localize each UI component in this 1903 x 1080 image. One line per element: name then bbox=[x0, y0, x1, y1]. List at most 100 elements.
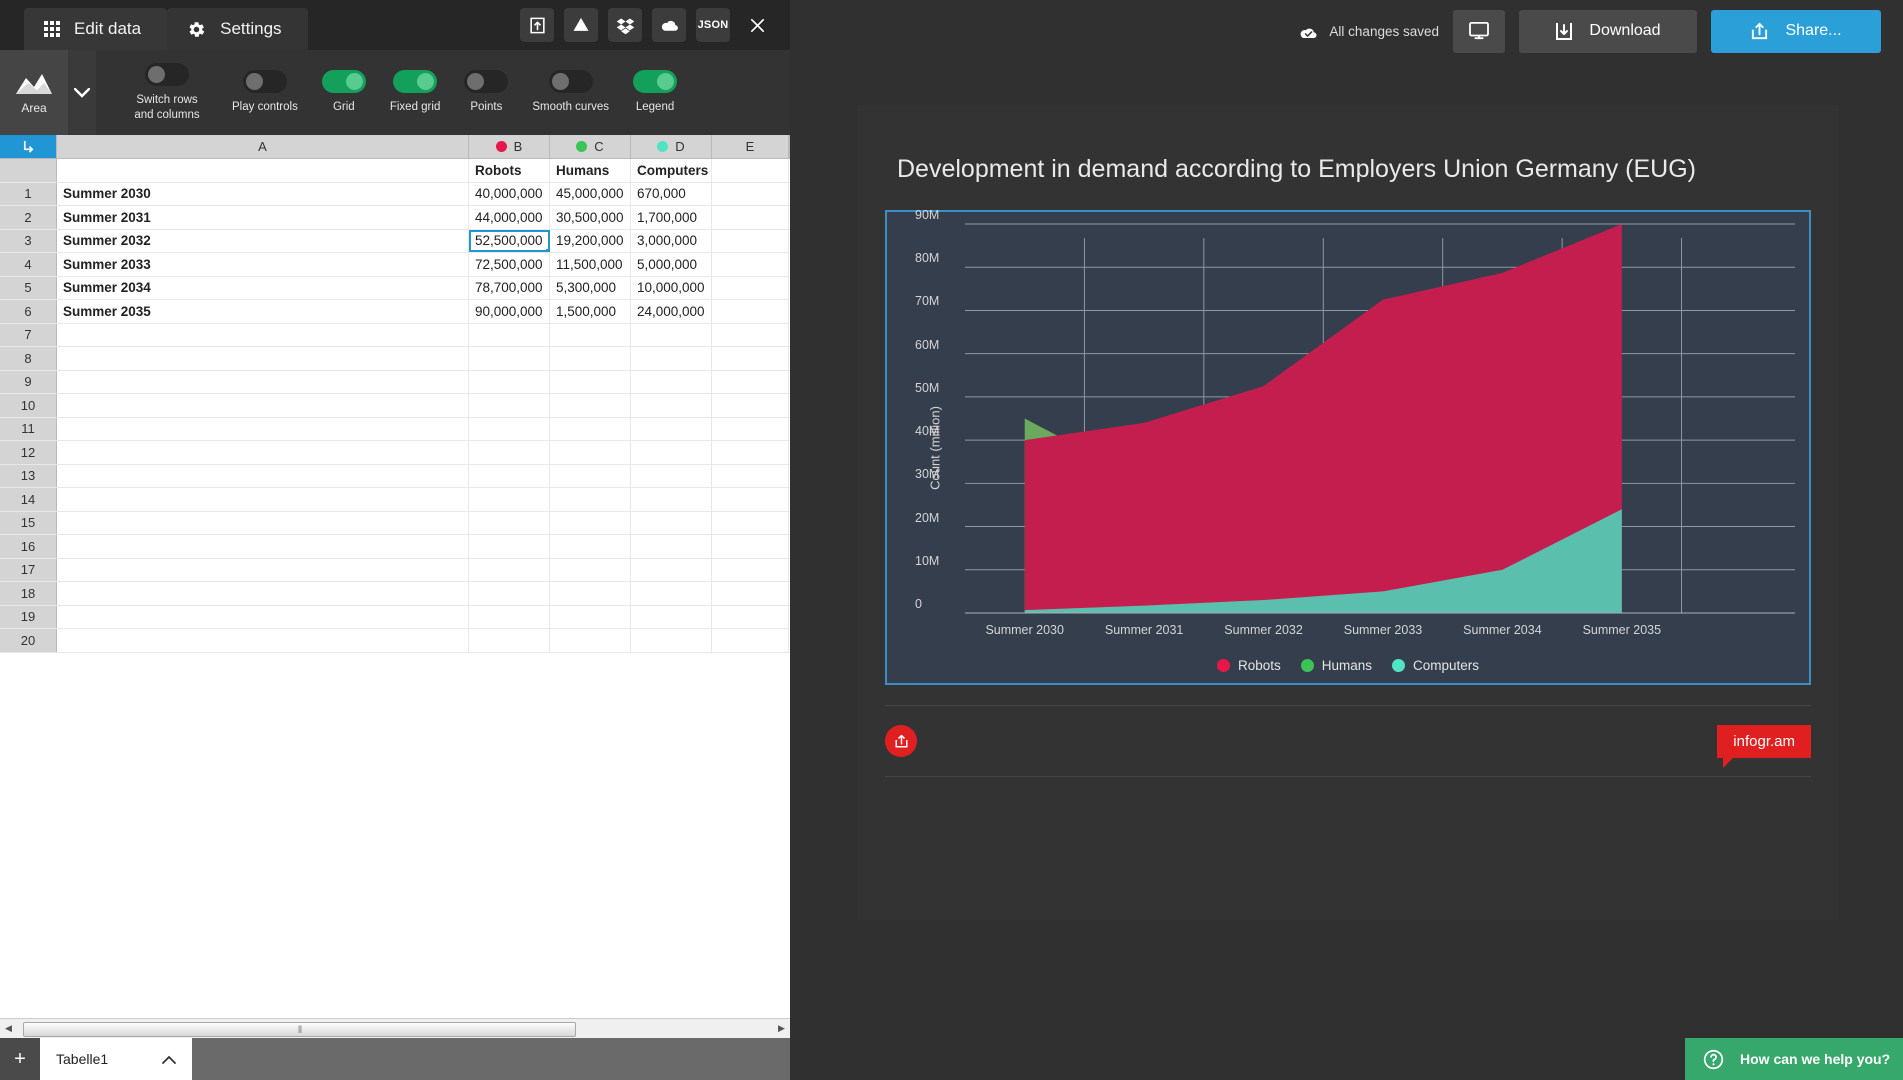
series-name-cell[interactable] bbox=[712, 159, 789, 182]
switch-rows-and-columns-switch[interactable] bbox=[145, 63, 189, 86]
table-cell[interactable] bbox=[631, 371, 712, 394]
table-cell[interactable] bbox=[712, 465, 789, 488]
table-cell[interactable] bbox=[712, 606, 789, 629]
infogram-watermark[interactable]: infogr.am bbox=[1717, 725, 1811, 758]
row-number[interactable]: 19 bbox=[0, 606, 57, 629]
onedrive-icon[interactable] bbox=[652, 8, 686, 42]
table-cell[interactable]: 24,000,000 bbox=[631, 300, 712, 323]
table-cell[interactable] bbox=[712, 324, 789, 347]
table-cell[interactable]: Summer 2034 bbox=[57, 277, 469, 300]
table-cell[interactable]: Summer 2035 bbox=[57, 300, 469, 323]
table-cell[interactable] bbox=[631, 559, 712, 582]
series-name-cell[interactable] bbox=[57, 159, 469, 182]
table-cell[interactable] bbox=[57, 394, 469, 417]
row-number[interactable]: 15 bbox=[0, 512, 57, 535]
table-cell[interactable]: Summer 2030 bbox=[57, 183, 469, 206]
table-cell[interactable] bbox=[712, 441, 789, 464]
table-cell[interactable]: 45,000,000 bbox=[550, 183, 631, 206]
horizontal-scrollbar[interactable]: ◀ ▶ bbox=[0, 1018, 790, 1038]
row-number[interactable] bbox=[0, 159, 57, 182]
row-number[interactable]: 8 bbox=[0, 347, 57, 370]
close-icon[interactable] bbox=[740, 8, 774, 42]
row-number[interactable]: 16 bbox=[0, 535, 57, 558]
series-name-cell[interactable]: Computers bbox=[631, 159, 712, 182]
grid-switch[interactable] bbox=[322, 70, 366, 93]
table-cell[interactable] bbox=[631, 629, 712, 652]
toggle-grid[interactable]: Grid bbox=[322, 70, 366, 114]
sheet-tab-tabelle1[interactable]: Tabelle1 bbox=[40, 1038, 192, 1080]
table-cell[interactable] bbox=[631, 606, 712, 629]
toggle-switch-rows-and-columns[interactable]: Switch rows and columns bbox=[126, 63, 208, 121]
table-cell[interactable] bbox=[57, 418, 469, 441]
table-cell[interactable] bbox=[712, 582, 789, 605]
table-cell[interactable]: 30,500,000 bbox=[550, 206, 631, 229]
table-cell[interactable] bbox=[57, 465, 469, 488]
table-cell[interactable] bbox=[712, 206, 789, 229]
table-cell[interactable] bbox=[57, 582, 469, 605]
column-header-a[interactable]: A bbox=[57, 135, 469, 158]
upload-icon[interactable] bbox=[520, 8, 554, 42]
table-cell[interactable] bbox=[712, 535, 789, 558]
table-cell[interactable]: 5,000,000 bbox=[631, 253, 712, 276]
table-cell[interactable]: Summer 2032 bbox=[57, 230, 469, 253]
table-cell[interactable] bbox=[469, 371, 550, 394]
table-cell[interactable] bbox=[631, 394, 712, 417]
table-cell[interactable] bbox=[57, 535, 469, 558]
table-cell[interactable]: 10,000,000 bbox=[631, 277, 712, 300]
table-cell[interactable] bbox=[631, 324, 712, 347]
table-cell[interactable] bbox=[469, 465, 550, 488]
table-cell[interactable] bbox=[550, 559, 631, 582]
legend-switch[interactable] bbox=[633, 70, 677, 93]
table-cell[interactable] bbox=[57, 488, 469, 511]
table-cell[interactable]: 78,700,000 bbox=[469, 277, 550, 300]
column-header-b[interactable]: B bbox=[469, 135, 550, 158]
table-cell[interactable] bbox=[712, 559, 789, 582]
row-number[interactable]: 5 bbox=[0, 277, 57, 300]
select-all-corner[interactable] bbox=[0, 135, 57, 158]
fixed-grid-switch[interactable] bbox=[393, 70, 437, 93]
table-cell[interactable] bbox=[631, 418, 712, 441]
table-cell[interactable] bbox=[469, 629, 550, 652]
help-widget[interactable]: How can we help you? bbox=[1685, 1038, 1903, 1080]
table-cell[interactable] bbox=[712, 183, 789, 206]
table-cell[interactable] bbox=[550, 606, 631, 629]
table-cell[interactable] bbox=[469, 535, 550, 558]
chart-type-selector[interactable]: Area bbox=[0, 50, 68, 135]
table-cell[interactable] bbox=[57, 324, 469, 347]
row-number[interactable]: 6 bbox=[0, 300, 57, 323]
table-cell[interactable] bbox=[631, 441, 712, 464]
table-cell[interactable] bbox=[712, 418, 789, 441]
legend-item[interactable]: Computers bbox=[1392, 658, 1479, 673]
table-cell[interactable] bbox=[469, 559, 550, 582]
row-number[interactable]: 1 bbox=[0, 183, 57, 206]
table-cell[interactable]: 1,500,000 bbox=[550, 300, 631, 323]
row-number[interactable]: 7 bbox=[0, 324, 57, 347]
row-number[interactable]: 10 bbox=[0, 394, 57, 417]
table-cell[interactable] bbox=[469, 512, 550, 535]
row-number[interactable]: 4 bbox=[0, 253, 57, 276]
table-cell[interactable] bbox=[631, 488, 712, 511]
table-cell[interactable] bbox=[57, 441, 469, 464]
row-number[interactable]: 2 bbox=[0, 206, 57, 229]
table-cell[interactable] bbox=[550, 512, 631, 535]
table-cell[interactable] bbox=[469, 441, 550, 464]
table-cell[interactable] bbox=[57, 629, 469, 652]
table-cell[interactable] bbox=[469, 324, 550, 347]
legend-item[interactable]: Humans bbox=[1301, 658, 1372, 673]
table-cell[interactable] bbox=[550, 629, 631, 652]
row-number[interactable]: 3 bbox=[0, 230, 57, 253]
footer-share-button[interactable] bbox=[885, 725, 917, 757]
table-cell[interactable] bbox=[712, 394, 789, 417]
scroll-left-icon[interactable]: ◀ bbox=[0, 1019, 17, 1039]
table-cell[interactable] bbox=[712, 230, 789, 253]
tab-edit-data[interactable]: Edit data bbox=[24, 8, 167, 50]
table-cell[interactable] bbox=[550, 371, 631, 394]
table-cell[interactable] bbox=[550, 465, 631, 488]
table-cell[interactable] bbox=[631, 582, 712, 605]
table-cell[interactable]: 44,000,000 bbox=[469, 206, 550, 229]
preview-button[interactable] bbox=[1453, 10, 1505, 53]
table-cell[interactable] bbox=[469, 488, 550, 511]
table-cell[interactable]: 5,300,000 bbox=[550, 277, 631, 300]
column-header-c[interactable]: C bbox=[550, 135, 631, 158]
scroll-right-icon[interactable]: ▶ bbox=[773, 1019, 790, 1039]
